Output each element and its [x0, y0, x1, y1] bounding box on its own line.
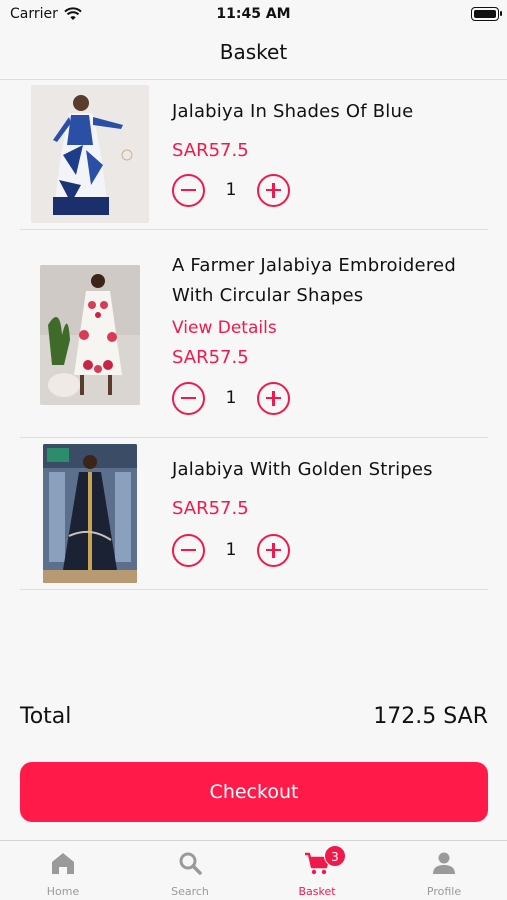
- product-image[interactable]: [40, 265, 140, 405]
- decrease-quantity-button[interactable]: [172, 533, 205, 567]
- tab-label: Search: [171, 885, 209, 898]
- product-price: SAR57.5: [172, 347, 249, 368]
- quantity-value: 1: [225, 540, 237, 560]
- navigation-bar: Basket: [0, 30, 507, 80]
- basket-item: Jalabiya In Shades Of Blue SAR57.5 1: [20, 80, 488, 230]
- quantity-value: 1: [225, 180, 237, 200]
- product-image[interactable]: [31, 85, 149, 223]
- tab-profile[interactable]: Profile: [381, 841, 507, 900]
- product-price: SAR57.5: [172, 140, 249, 161]
- decrease-quantity-button[interactable]: [172, 173, 205, 207]
- search-icon: [179, 852, 202, 875]
- checkout-button[interactable]: Checkout: [20, 762, 488, 822]
- decrease-quantity-button[interactable]: [172, 381, 205, 415]
- total-value: 172.5 SAR: [373, 704, 488, 729]
- product-name[interactable]: A Farmer Jalabiya Embroidered With Circu…: [172, 251, 472, 311]
- product-name[interactable]: Jalabiya In Shades Of Blue: [172, 97, 472, 127]
- total-row: Total 172.5 SAR: [20, 700, 488, 736]
- status-time: 11:45 AM: [216, 6, 291, 22]
- tab-label: Home: [46, 885, 80, 898]
- tab-bar: Home Search 3 Basket Profile: [0, 840, 507, 900]
- product-name[interactable]: Jalabiya With Golden Stripes: [172, 455, 472, 485]
- total-label: Total: [20, 704, 72, 729]
- increase-quantity-button[interactable]: [257, 381, 290, 415]
- battery-icon: [471, 7, 502, 21]
- home-icon: [52, 853, 74, 874]
- tab-basket[interactable]: 3 Basket: [254, 841, 380, 900]
- page-title: Basket: [219, 40, 288, 64]
- status-bar: Carrier 11:45 AM: [0, 0, 507, 30]
- cart-count-badge: 3: [324, 845, 346, 867]
- product-price: SAR57.5: [172, 498, 249, 519]
- tab-search[interactable]: Search: [127, 841, 253, 900]
- tab-label: Profile: [426, 885, 462, 898]
- increase-quantity-button[interactable]: [257, 533, 290, 567]
- profile-icon: [433, 852, 455, 874]
- quantity-stepper: 1: [172, 381, 290, 415]
- basket-item: Jalabiya With Golden Stripes SAR57.5: [20, 438, 488, 590]
- tab-home[interactable]: Home: [0, 841, 126, 900]
- view-details-link[interactable]: View Details: [172, 318, 277, 338]
- quantity-stepper: 1: [172, 173, 290, 207]
- product-image[interactable]: [43, 444, 137, 583]
- basket-item: A Farmer Jalabiya Embroidered With Circu…: [20, 230, 488, 438]
- quantity-stepper: 1: [172, 533, 290, 567]
- increase-quantity-button[interactable]: [257, 173, 290, 207]
- tab-label: Basket: [298, 885, 336, 898]
- quantity-value: 1: [225, 388, 237, 408]
